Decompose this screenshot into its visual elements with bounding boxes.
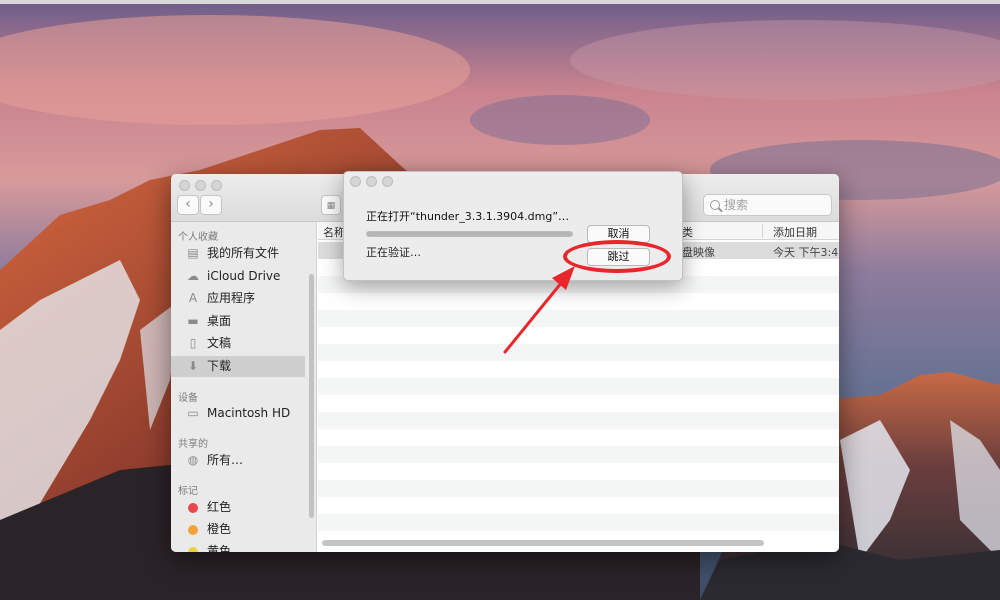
table-row: [318, 310, 839, 327]
sidebar-item-desktop[interactable]: ▬ 桌面: [171, 311, 305, 332]
chevron-left-icon: ‹: [185, 196, 191, 212]
minimize-button[interactable]: [195, 180, 206, 191]
dialog-zoom-button[interactable]: [382, 176, 393, 187]
chevron-right-icon: ›: [208, 196, 214, 212]
table-row: [318, 463, 839, 480]
forward-button[interactable]: ›: [200, 195, 222, 215]
sidebar-item-shared-all[interactable]: ◍ 所有…: [171, 450, 305, 471]
red-tag-icon: [188, 503, 198, 513]
grid-icon: ▦: [326, 201, 336, 211]
hard-disk-icon: ▭: [187, 406, 199, 420]
view-options-button[interactable]: ▦: [321, 195, 341, 215]
cloud-icon: ☁: [187, 269, 199, 283]
table-row: [318, 429, 839, 446]
table-row: [318, 378, 839, 395]
dialog-title: 正在打开“thunder_3.3.1.3904.dmg”…: [366, 210, 570, 223]
yellow-tag-icon: [188, 547, 198, 552]
sidebar-section-favorites: 个人收藏: [178, 232, 218, 243]
sidebar-item-all-files[interactable]: ▤ 我的所有文件: [171, 243, 305, 264]
desktop-icon: ▬: [187, 314, 199, 328]
dialog-close-button[interactable]: [350, 176, 361, 187]
table-row: [318, 361, 839, 378]
zoom-button[interactable]: [211, 180, 222, 191]
close-button[interactable]: [179, 180, 190, 191]
downloads-icon: ⬇: [187, 359, 199, 373]
sidebar-tag-yellow[interactable]: 黄色: [171, 541, 305, 552]
sidebar-item-macintosh-hd[interactable]: ▭ Macintosh HD: [171, 403, 305, 424]
back-button[interactable]: ‹: [177, 195, 199, 215]
row-kind: 盘映像: [682, 246, 715, 259]
network-icon: ◍: [187, 453, 199, 467]
column-separator[interactable]: [762, 224, 763, 238]
column-name[interactable]: 名称: [323, 224, 345, 240]
annotation-ellipse: [563, 240, 671, 273]
all-files-icon: ▤: [187, 246, 199, 260]
sidebar-scrollbar[interactable]: [309, 274, 314, 518]
orange-tag-icon: [188, 525, 198, 535]
sidebar-tag-orange[interactable]: 橙色: [171, 519, 305, 540]
sidebar-tag-red[interactable]: 红色: [171, 497, 305, 518]
table-row: [318, 395, 839, 412]
documents-icon: ▯: [189, 336, 197, 350]
column-kind[interactable]: 类: [682, 224, 693, 240]
dialog-minimize-button[interactable]: [366, 176, 377, 187]
sidebar-section-tags: 标记: [178, 486, 198, 497]
menu-bar: [0, 0, 1000, 4]
search-icon: [710, 200, 720, 210]
table-row: [318, 412, 839, 429]
table-row: [318, 480, 839, 497]
sidebar-item-documents[interactable]: ▯ 文稿: [171, 333, 305, 354]
applications-icon: A: [188, 291, 198, 305]
progress-fill: [367, 232, 572, 236]
sidebar: 个人收藏 ▤ 我的所有文件 ☁ iCloud Drive A 应用程序 ▬ 桌面 ▯ 文稿…: [171, 222, 317, 552]
dialog-status: 正在验证…: [366, 246, 421, 259]
sidebar-item-downloads[interactable]: ⬇ 下载: [171, 356, 305, 377]
sidebar-section-devices: 设备: [178, 393, 198, 404]
table-row: [318, 293, 839, 310]
sidebar-item-icloud-drive[interactable]: ☁ iCloud Drive: [171, 266, 305, 287]
table-row: [318, 514, 839, 531]
sidebar-item-applications[interactable]: A 应用程序: [171, 288, 305, 309]
horizontal-scrollbar[interactable]: [322, 540, 764, 546]
row-date-added: 今天 下午3:46: [773, 246, 839, 259]
progress-bar: [366, 231, 573, 237]
search-input[interactable]: 搜索: [703, 194, 832, 216]
search-placeholder: 搜索: [724, 198, 749, 212]
table-row: [318, 446, 839, 463]
table-row: [318, 344, 839, 361]
sidebar-section-shared: 共享的: [178, 439, 208, 450]
column-date-added[interactable]: 添加日期: [773, 224, 817, 240]
table-row: [318, 497, 839, 514]
table-row: [318, 327, 839, 344]
